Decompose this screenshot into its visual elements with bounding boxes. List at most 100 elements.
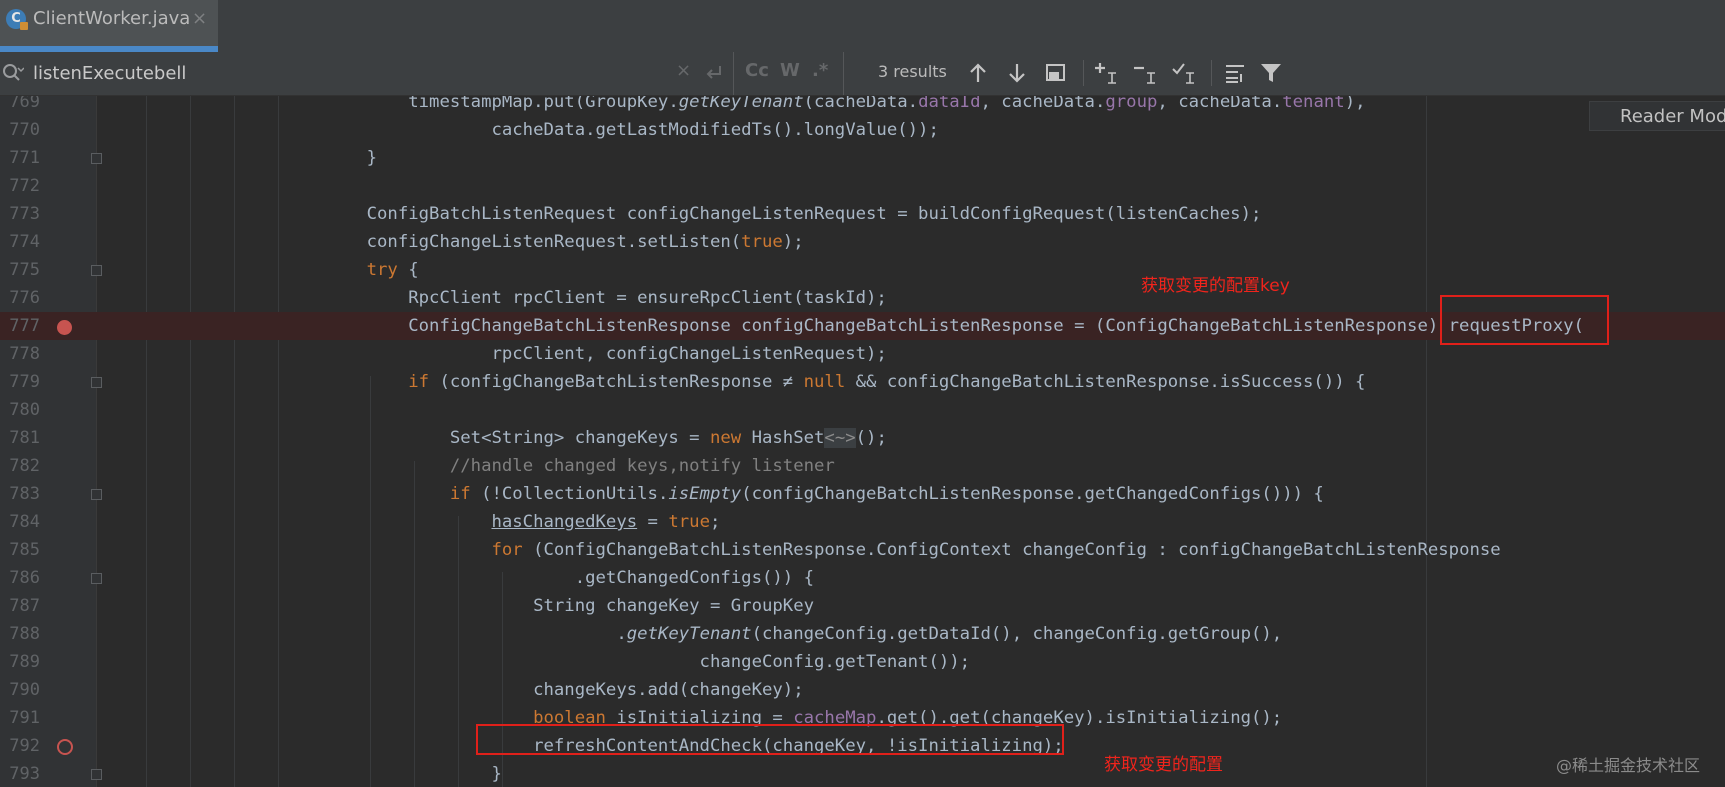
- line-number[interactable]: 775: [0, 256, 40, 284]
- code-line[interactable]: 790 changeKeys.add(changeKey);: [0, 676, 1725, 704]
- line-number[interactable]: 791: [0, 704, 40, 732]
- fold-marker-icon[interactable]: [91, 265, 102, 276]
- annotation-changed-key: 获取变更的配置key: [1141, 276, 1290, 296]
- line-number[interactable]: 784: [0, 508, 40, 536]
- code-text[interactable]: Set<String> changeKeys = new HashSet<~>(…: [325, 424, 887, 452]
- search-icon[interactable]: [2, 62, 24, 84]
- lock-icon: [20, 22, 28, 30]
- annotation-changed-config: 获取变更的配置: [1104, 755, 1223, 775]
- search-input[interactable]: [33, 58, 673, 88]
- code-text[interactable]: changeConfig.getTenant());: [325, 648, 971, 676]
- line-number[interactable]: 793: [0, 760, 40, 787]
- code-text[interactable]: configChangeListenRequest.setListen(true…: [325, 228, 804, 256]
- code-line[interactable]: 769 timestampMap.put(GroupKey.getKeyTena…: [0, 96, 1725, 116]
- line-number[interactable]: 781: [0, 424, 40, 452]
- line-number[interactable]: 778: [0, 340, 40, 368]
- code-line[interactable]: 789 changeConfig.getTenant());: [0, 648, 1725, 676]
- next-occurrence-button[interactable]: [1002, 58, 1032, 88]
- close-tab-icon[interactable]: ×: [192, 8, 207, 29]
- code-text[interactable]: //handle changed keys,notify listener: [325, 452, 835, 480]
- fold-marker-icon[interactable]: [91, 377, 102, 388]
- line-number[interactable]: 770: [0, 116, 40, 144]
- code-line[interactable]: 785 for (ConfigChangeBatchListenResponse…: [0, 536, 1725, 564]
- code-text[interactable]: rpcClient, configChangeListenRequest);: [325, 340, 886, 368]
- code-text[interactable]: try {: [325, 256, 419, 284]
- code-line[interactable]: 786 .getChangedConfigs()) {: [0, 564, 1725, 592]
- line-number[interactable]: 769: [0, 96, 40, 116]
- code-line[interactable]: 793 }: [0, 760, 1725, 787]
- code-line[interactable]: 783 if (!CollectionUtils.isEmpty(configC…: [0, 480, 1725, 508]
- code-text[interactable]: .getChangedConfigs()) {: [325, 564, 814, 592]
- code-text[interactable]: RpcClient rpcClient = ensureRpcClient(ta…: [325, 284, 887, 312]
- line-number[interactable]: 777: [0, 312, 40, 340]
- code-text[interactable]: }: [325, 760, 501, 787]
- line-number[interactable]: 782: [0, 452, 40, 480]
- code-line[interactable]: 781 Set<String> changeKeys = new HashSet…: [0, 424, 1725, 452]
- code-text[interactable]: ConfigChangeBatchListenResponse configCh…: [325, 312, 1584, 340]
- code-text[interactable]: hasChangedKeys = true;: [325, 508, 720, 536]
- code-line[interactable]: 770 cacheData.getLastModifiedTs().longVa…: [0, 116, 1725, 144]
- fold-marker-icon[interactable]: [91, 153, 102, 164]
- code-text[interactable]: cacheData.getLastModifiedTs().longValue(…: [325, 116, 938, 144]
- line-number[interactable]: 779: [0, 368, 40, 396]
- code-line[interactable]: 788 .getKeyTenant(changeConfig.getDataId…: [0, 620, 1725, 648]
- add-selection-icon: [1095, 63, 1116, 84]
- remove-occurrence-button[interactable]: [1131, 58, 1161, 88]
- arrow-down-icon: [1009, 64, 1025, 83]
- line-number[interactable]: 783: [0, 480, 40, 508]
- code-line[interactable]: 772: [0, 172, 1725, 200]
- code-text[interactable]: if (configChangeBatchListenResponse ≠ nu…: [325, 368, 1365, 396]
- line-number[interactable]: 792: [0, 732, 40, 760]
- code-text[interactable]: }: [325, 144, 377, 172]
- code-text[interactable]: .getKeyTenant(changeConfig.getDataId(), …: [325, 620, 1282, 648]
- code-line[interactable]: 782 //handle changed keys,notify listene…: [0, 452, 1725, 480]
- code-line[interactable]: 784 hasChangedKeys = true;: [0, 508, 1725, 536]
- line-number[interactable]: 776: [0, 284, 40, 312]
- regex-toggle[interactable]: .*: [812, 60, 828, 81]
- line-number[interactable]: 773: [0, 200, 40, 228]
- code-editor[interactable]: 769 timestampMap.put(GroupKey.getKeyTena…: [0, 96, 1725, 787]
- line-number[interactable]: 787: [0, 592, 40, 620]
- fold-marker-icon[interactable]: [91, 489, 102, 500]
- line-number[interactable]: 789: [0, 648, 40, 676]
- new-line-icon[interactable]: [703, 63, 725, 83]
- line-number[interactable]: 788: [0, 620, 40, 648]
- clear-search-icon[interactable]: ×: [676, 60, 691, 81]
- match-case-toggle[interactable]: Cc: [745, 60, 769, 81]
- add-occurrence-button[interactable]: [1092, 58, 1122, 88]
- reader-mode-button[interactable]: Reader Mode: [1589, 101, 1725, 131]
- check-selection-icon: [1172, 63, 1194, 84]
- tab-clientworker-java[interactable]: C ClientWorker.java ×: [0, 0, 218, 52]
- code-line[interactable]: 787 String changeKey = GroupKey: [0, 592, 1725, 620]
- code-line[interactable]: 775 try {: [0, 256, 1725, 284]
- line-number[interactable]: 774: [0, 228, 40, 256]
- disabled-breakpoint-icon[interactable]: [57, 739, 73, 755]
- select-occurrences-button[interactable]: [1170, 58, 1200, 88]
- code-line[interactable]: 779 if (configChangeBatchListenResponse …: [0, 368, 1725, 396]
- code-line[interactable]: 774 configChangeListenRequest.setListen(…: [0, 228, 1725, 256]
- code-text[interactable]: String changeKey = GroupKey: [325, 592, 814, 620]
- words-toggle[interactable]: W: [780, 60, 800, 81]
- code-text[interactable]: if (!CollectionUtils.isEmpty(configChang…: [325, 480, 1324, 508]
- fold-marker-icon[interactable]: [91, 573, 102, 584]
- line-number[interactable]: 772: [0, 172, 40, 200]
- code-text[interactable]: timestampMap.put(GroupKey.getKeyTenant(c…: [325, 96, 1365, 116]
- fold-marker-icon[interactable]: [91, 769, 102, 780]
- remove-selection-icon: [1134, 66, 1155, 84]
- line-number[interactable]: 786: [0, 564, 40, 592]
- previous-occurrence-button[interactable]: [963, 58, 993, 88]
- line-number[interactable]: 780: [0, 396, 40, 424]
- code-text[interactable]: for (ConfigChangeBatchListenResponse.Con…: [325, 536, 1500, 564]
- select-all-occurrences-button[interactable]: [1041, 58, 1071, 88]
- filter-options-button[interactable]: [1220, 58, 1250, 88]
- code-text[interactable]: changeKeys.add(changeKey);: [325, 676, 804, 704]
- line-number[interactable]: 790: [0, 676, 40, 704]
- code-line[interactable]: 780: [0, 396, 1725, 424]
- line-number[interactable]: 785: [0, 536, 40, 564]
- code-text[interactable]: ConfigBatchListenRequest configChangeLis…: [325, 200, 1262, 228]
- line-number[interactable]: 771: [0, 144, 40, 172]
- code-line[interactable]: 773 ConfigBatchListenRequest configChang…: [0, 200, 1725, 228]
- filter-button[interactable]: [1256, 58, 1286, 88]
- code-line[interactable]: 771 }: [0, 144, 1725, 172]
- breakpoint-icon[interactable]: [57, 320, 72, 335]
